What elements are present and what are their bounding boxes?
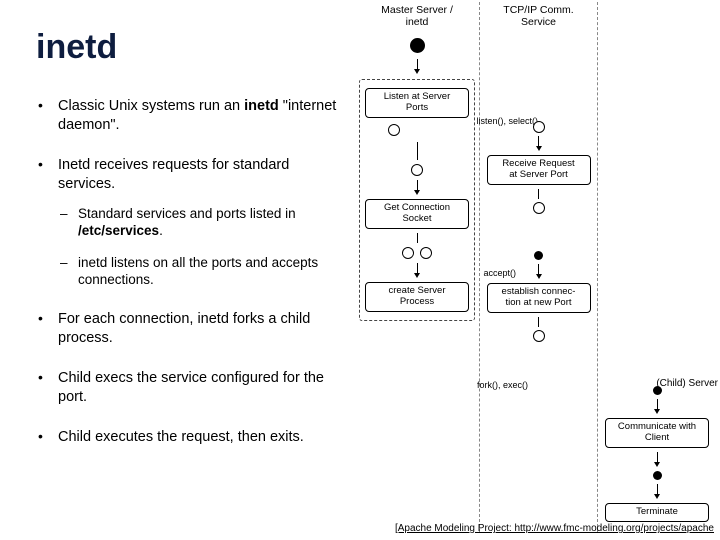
diagram: Master Server / inetd Listen at Server P… <box>355 0 720 540</box>
bullet-3: For each connection, inetd forks a child… <box>36 310 341 347</box>
bullet-5: Child executes the request, then exits. <box>36 428 341 447</box>
sync-node-icon <box>533 202 545 214</box>
text: . <box>159 223 163 238</box>
col2-header: TCP/IP Comm. Service <box>484 4 593 32</box>
bullet-1: Classic Unix systems run an inetd "inter… <box>36 97 341 134</box>
listen-box: Listen at Server Ports <box>365 88 469 118</box>
loop-node-icon <box>388 124 400 136</box>
credit-link[interactable]: [Apache Modeling Project: http://www.fmc… <box>395 523 714 534</box>
sync-node-icon <box>533 121 545 133</box>
col-child: Communicate with Client Terminate <box>598 2 716 532</box>
child-server-label: (Child) Server <box>656 378 718 389</box>
connection-box: Get Connection Socket <box>365 199 469 229</box>
sub-2: inetd listens on all the ports and accep… <box>58 254 341 289</box>
start-node-icon <box>410 38 425 53</box>
bullet-list: Classic Unix systems run an inetd "inter… <box>36 97 341 447</box>
text: Standard services and ports listed in <box>78 206 296 221</box>
sub-1: Standard services and ports listed in /e… <box>58 205 341 240</box>
strong-etc-services: /etc/services <box>78 223 159 238</box>
strong-inetd: inetd <box>244 98 279 114</box>
loop-region: Listen at Server Ports listen(), select(… <box>359 79 475 321</box>
node-icon <box>653 471 662 480</box>
branch-node-icon <box>402 247 414 259</box>
bullet-2: Inetd receives requests for standard ser… <box>36 156 341 288</box>
sync-node-icon <box>533 330 545 342</box>
text: Classic Unix systems run an <box>58 98 244 114</box>
node-icon <box>534 251 543 260</box>
col-master: Master Server / inetd Listen at Server P… <box>355 2 480 532</box>
bullet-4: Child execs the service configured for t… <box>36 369 341 406</box>
col3-header <box>602 4 712 32</box>
branch-node-icon <box>420 247 432 259</box>
receive-box: Receive Request at Server Port <box>487 155 591 185</box>
col1-header: Master Server / inetd <box>359 4 475 32</box>
merge-node-icon <box>411 164 423 176</box>
create-box: create Server Process <box>365 282 469 312</box>
terminate-box: Terminate <box>605 503 709 522</box>
text: Inetd receives requests for standard ser… <box>58 157 289 192</box>
communicate-box: Communicate with Client <box>605 418 709 448</box>
sub-list: Standard services and ports listed in /e… <box>58 205 341 288</box>
slide-title: inetd <box>36 28 341 67</box>
establish-box: establish connec- tion at new Port <box>487 283 591 313</box>
col-tcpip: TCP/IP Comm. Service Receive Request at … <box>480 2 598 532</box>
